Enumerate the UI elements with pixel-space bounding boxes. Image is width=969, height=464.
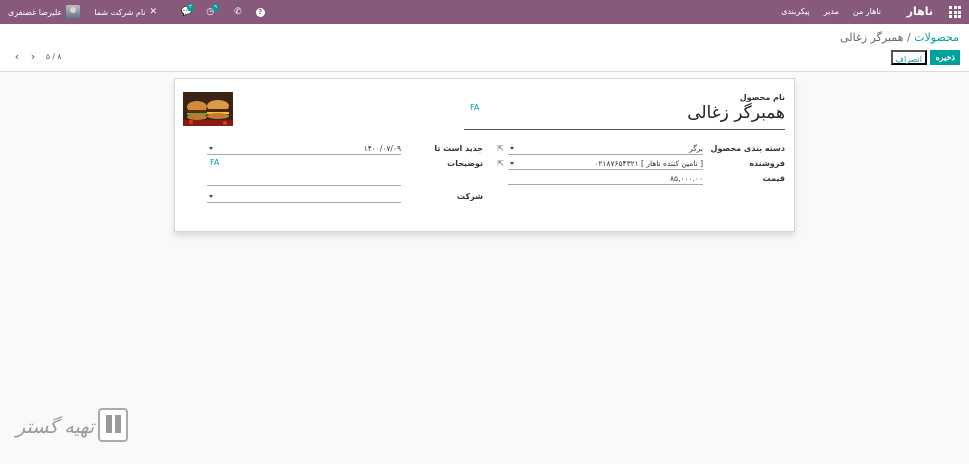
top-navbar: ناهار ناهار من مدیر پیکربندی علیرضا غضنف… [0, 0, 969, 24]
external-link-icon[interactable]: ⇱ [497, 144, 504, 153]
chevron-down-icon [510, 147, 514, 150]
chevron-down-icon [209, 147, 213, 150]
systray: علیرضا غضنفری نام شرکت شما ✕ 💬 ۲ ◷ ۹ ✆ ? [8, 4, 265, 20]
burger-image-icon [183, 92, 233, 126]
company-label: شرکت [457, 192, 483, 201]
save-button[interactable]: ذخیره [930, 50, 960, 65]
pager-previous-icon[interactable]: ‹ [12, 51, 22, 63]
pager-next-icon[interactable]: › [28, 51, 38, 63]
chevron-down-icon [209, 195, 213, 198]
menu-item-manager[interactable]: مدیر [824, 7, 839, 16]
activity-badge: ۹ [212, 4, 219, 11]
watermark-logo: تهیه گستر [16, 408, 130, 448]
menu-item-configuration[interactable]: پیکربندی [781, 7, 810, 16]
chevron-down-icon [510, 162, 514, 165]
control-panel: محصولات / همبرگر زغالی ذخیره انصراف ‹ › … [0, 24, 969, 72]
vendor-value: [ تامین کننده ناهار ] ۰۲۱۸۷۶۵۴۳۲۱ [594, 159, 703, 168]
category-select[interactable]: برگر [508, 143, 703, 155]
description-label: توضیحات [447, 159, 483, 168]
chat-icon[interactable]: 💬 ۲ [181, 4, 194, 17]
translate-description-button[interactable]: FA [210, 158, 219, 167]
breadcrumb: محصولات / همبرگر زغالی [840, 31, 959, 44]
company-switcher[interactable]: نام شرکت شما ✕ [94, 7, 157, 17]
external-link-icon[interactable]: ⇱ [497, 159, 504, 168]
pager-value[interactable]: ۵ / ۸ [46, 52, 61, 61]
watermark-text: تهیه گستر [16, 416, 95, 438]
price-input[interactable]: ۸۵,۰۰۰.۰۰ [508, 173, 703, 185]
company-select[interactable] [207, 191, 401, 203]
translate-name-button[interactable]: FA [470, 103, 479, 112]
help-icon[interactable]: ? [255, 7, 265, 17]
watermark-emblem-icon [98, 408, 128, 442]
form-sheet: نام محصول همبرگر زغالی FA دسته بندی محصو… [174, 78, 795, 232]
menu-item-my-lunch[interactable]: ناهار من [853, 7, 881, 16]
breadcrumb-current: همبرگر زغالی [840, 31, 904, 44]
user-menu[interactable]: علیرضا غضنفری [8, 5, 81, 19]
product-image[interactable] [183, 92, 233, 126]
chat-badge: ۲ [187, 4, 194, 11]
apps-menu-icon[interactable] [949, 6, 961, 18]
product-name-label: نام محصول [739, 93, 785, 102]
description-input[interactable] [207, 174, 401, 186]
user-name: علیرضا غضنفری [8, 7, 63, 17]
new-until-value: ۱۴۰۰/۰۷/۰۹ [363, 144, 401, 153]
category-label: دسته بندی محصول [710, 144, 785, 153]
product-name-input[interactable]: همبرگر زغالی [464, 103, 785, 130]
discard-button[interactable]: انصراف [890, 50, 927, 65]
phone-icon[interactable]: ✆ [234, 7, 242, 17]
price-value: ۸۵,۰۰۰.۰۰ [670, 174, 703, 183]
category-value: برگر [689, 144, 703, 153]
breadcrumb-products-link[interactable]: محصولات [914, 31, 959, 44]
breadcrumb-separator: / [906, 31, 911, 44]
vendor-select[interactable]: [ تامین کننده ناهار ] ۰۲۱۸۷۶۵۴۳۲۱ [508, 158, 703, 170]
new-until-label: جدید است تا [434, 144, 483, 153]
company-name: نام شرکت شما [94, 7, 146, 17]
activity-clock-icon[interactable]: ◷ ۹ [206, 4, 219, 17]
new-until-date-input[interactable]: ۱۴۰۰/۰۷/۰۹ [207, 143, 401, 155]
price-label: قیمت [762, 174, 785, 183]
wrench-icon: ✕ [149, 7, 158, 17]
vendor-label: فروشنده [749, 159, 785, 168]
main-menu: ناهار من مدیر پیکربندی [781, 7, 881, 16]
app-brand[interactable]: ناهار [907, 5, 933, 18]
avatar [66, 5, 81, 19]
